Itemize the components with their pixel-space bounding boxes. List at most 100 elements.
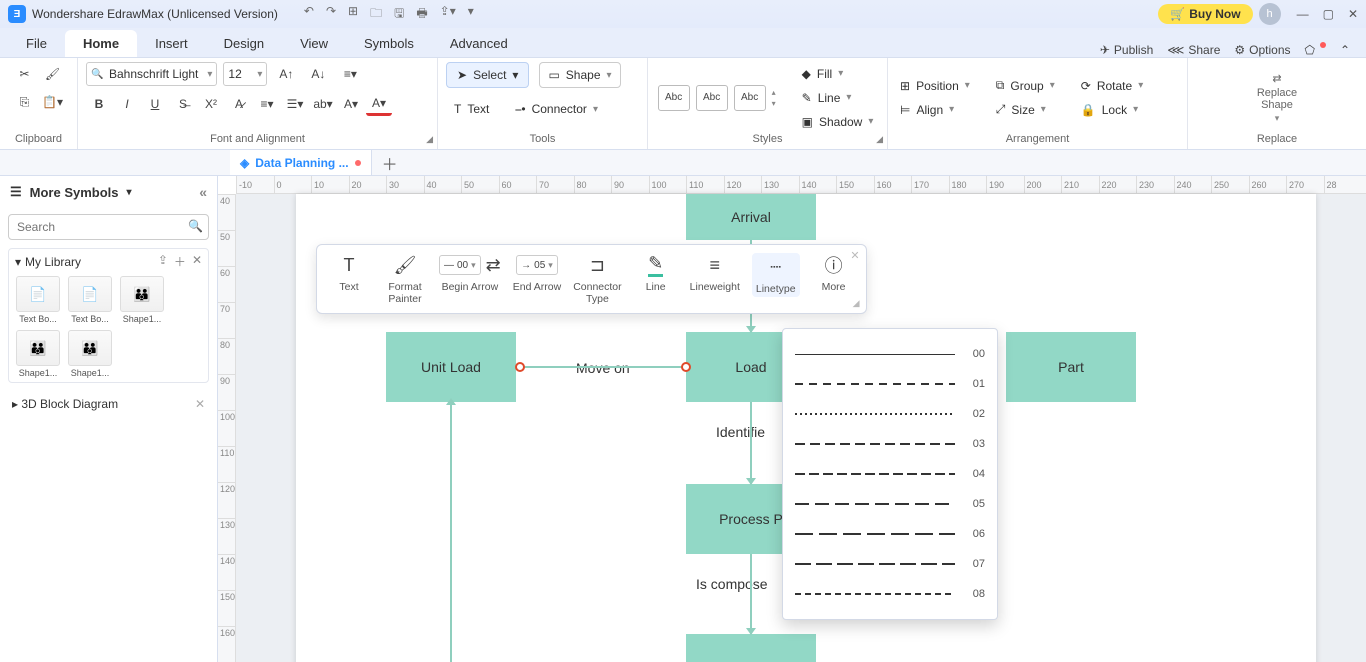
ft-connector-type[interactable]: ⊐Connector Type <box>573 253 621 305</box>
tab-design[interactable]: Design <box>206 30 282 57</box>
new-tab-button[interactable]: ＋ <box>382 151 398 175</box>
maximize-icon[interactable]: ▢ <box>1323 7 1334 21</box>
search-icon[interactable]: 🔍 <box>188 219 203 233</box>
hamburger-icon[interactable]: ☰ <box>10 184 22 200</box>
shape-tool-select[interactable]: ▭ Shape ▾ <box>539 62 620 88</box>
paste-icon[interactable]: 📋▾ <box>40 90 66 114</box>
linetype-option-05[interactable]: 05 <box>791 489 989 519</box>
ft-lineweight[interactable]: ≡Lineweight <box>690 253 740 293</box>
buy-now-button[interactable]: 🛒 Buy Now <box>1158 4 1252 24</box>
underline-icon[interactable]: U <box>142 92 168 116</box>
tab-insert[interactable]: Insert <box>137 30 206 57</box>
notifications-icon[interactable]: ⬠ <box>1305 43 1326 57</box>
toolbar-pin-icon[interactable]: ✕ <box>850 249 859 262</box>
tab-view[interactable]: View <box>282 30 346 57</box>
increase-font-icon[interactable]: A↑ <box>273 62 299 86</box>
case-icon[interactable]: ab▾ <box>310 92 336 116</box>
font-family-select[interactable]: Bahnschrift Light <box>86 62 217 86</box>
redo-icon[interactable]: ↷ <box>326 4 336 25</box>
collapse-sidebar-icon[interactable]: « <box>199 184 207 200</box>
connector-unitload-load[interactable] <box>520 366 682 368</box>
linetype-option-02[interactable]: 02 <box>791 399 989 429</box>
line-spacing-icon[interactable]: ≡▾ <box>254 92 280 116</box>
clear-format-icon[interactable]: A̷ <box>226 92 252 116</box>
align-menu-icon[interactable]: ≡▾ <box>337 62 363 86</box>
begin-arrow-select[interactable]: — 00 ▾ <box>439 255 481 275</box>
font-dialog-icon[interactable]: ◢ <box>426 134 433 145</box>
text-tool-button[interactable]: T Text <box>446 96 497 122</box>
export-icon[interactable]: ⇪▾ <box>440 4 456 25</box>
tab-symbols[interactable]: Symbols <box>346 30 432 57</box>
line-button[interactable]: ✎ Line▾ <box>798 87 878 109</box>
cut-icon[interactable]: ✂ <box>12 62 38 86</box>
tab-advanced[interactable]: Advanced <box>432 30 526 57</box>
share-button[interactable]: ⋘ Share <box>1167 43 1220 57</box>
font-color-icon[interactable]: A▾ <box>366 92 392 116</box>
connection-point-icon[interactable] <box>515 362 525 372</box>
symbol-search-input[interactable] <box>8 214 209 240</box>
align-button[interactable]: ⊨ Align▾ <box>896 99 974 121</box>
linetype-option-04[interactable]: 04 <box>791 459 989 489</box>
options-button[interactable]: ⚙ Options <box>1234 43 1290 57</box>
lib-item-1[interactable]: 📄Text Bo... <box>15 276 61 324</box>
ft-format-painter[interactable]: 🖌Format Painter <box>383 253 427 305</box>
tab-file[interactable]: File <box>8 30 65 57</box>
style-preset-1[interactable]: Abc <box>658 85 690 111</box>
position-button[interactable]: ⊞ Position▾ <box>896 75 974 97</box>
shadow-button[interactable]: ▣ Shadow▾ <box>798 111 878 133</box>
linetype-option-06[interactable]: 06 <box>791 519 989 549</box>
styles-down-icon[interactable]: ▾ <box>772 99 786 108</box>
print-icon[interactable]: 🖶 <box>416 4 427 25</box>
section-close-icon[interactable]: ✕ <box>195 397 205 411</box>
shape-part[interactable]: Part <box>1006 332 1136 402</box>
replace-shape-button[interactable]: ⇄ Replace Shape ▾ <box>1249 68 1305 128</box>
linetype-option-08[interactable]: 08 <box>791 579 989 609</box>
connector-process-bottom[interactable] <box>750 554 752 634</box>
fill-button[interactable]: ◆ Fill▾ <box>798 63 878 85</box>
ft-linetype[interactable]: ┈Linetype <box>752 253 800 297</box>
size-button[interactable]: ⤢ Size▾ <box>992 99 1059 121</box>
lib-close-icon[interactable]: ✕ <box>192 253 202 270</box>
connector-unitload-down[interactable] <box>450 402 452 662</box>
styles-up-icon[interactable]: ▴ <box>772 88 786 97</box>
select-tool-button[interactable]: ➤ Select ▾ <box>446 62 529 88</box>
styles-dialog-icon[interactable]: ◢ <box>876 134 883 145</box>
publish-button[interactable]: ✈ Publish <box>1100 43 1153 57</box>
connector-tool-select[interactable]: ⎯• Connector ▾ <box>507 96 606 122</box>
more-qat-icon[interactable]: ▾ <box>468 4 474 25</box>
ft-line[interactable]: ✎Line <box>634 253 678 293</box>
style-preset-3[interactable]: Abc <box>734 85 766 111</box>
lib-item-2[interactable]: 📄Text Bo... <box>67 276 113 324</box>
lib-item-5[interactable]: 👪Shape1... <box>67 330 113 378</box>
linetype-option-01[interactable]: 01 <box>791 369 989 399</box>
linetype-option-07[interactable]: 07 <box>791 549 989 579</box>
minimize-icon[interactable]: — <box>1297 7 1309 21</box>
shape-arrival[interactable]: Arrival <box>686 194 816 240</box>
strike-icon[interactable]: S̶ <box>170 92 196 116</box>
style-preset-2[interactable]: Abc <box>696 85 728 111</box>
chevron-down-icon[interactable]: ▾ <box>15 255 21 269</box>
lib-add-icon[interactable]: ＋ <box>174 253 186 270</box>
collapse-ribbon-icon[interactable]: ⌃ <box>1340 43 1350 57</box>
text-highlight-icon[interactable]: A▾ <box>338 92 364 116</box>
undo-icon[interactable]: ↶ <box>304 4 314 25</box>
new-icon[interactable]: ⊞ <box>348 4 358 25</box>
canvas[interactable]: Arrival Unit Load Load Part Process P <box>236 194 1366 662</box>
ft-begin-arrow[interactable]: — 00 ▾ ⇄ Begin Arrow <box>439 253 501 293</box>
lock-button[interactable]: 🔒 Lock▾ <box>1077 99 1147 121</box>
ft-text[interactable]: TText <box>327 253 371 293</box>
end-arrow-select[interactable]: → 05 ▾ <box>516 255 558 275</box>
lib-item-3[interactable]: 👪Shape1... <box>119 276 165 324</box>
font-size-select[interactable]: 12 <box>223 62 267 86</box>
italic-icon[interactable]: I <box>114 92 140 116</box>
linetype-option-03[interactable]: 03 <box>791 429 989 459</box>
group-button[interactable]: ⧉ Group▾ <box>992 75 1059 97</box>
lib-export-icon[interactable]: ⇪ <box>158 253 168 270</box>
shape-bottom[interactable] <box>686 634 816 662</box>
open-icon[interactable]: 🗀 <box>370 4 382 25</box>
document-tab[interactable]: ◈ Data Planning ... <box>230 150 372 175</box>
copy-icon[interactable]: ⎘ <box>12 90 38 114</box>
3d-block-section[interactable]: ▸ 3D Block Diagram ✕ <box>8 391 209 417</box>
close-icon[interactable]: ✕ <box>1348 7 1358 21</box>
user-avatar[interactable]: h <box>1259 3 1281 25</box>
